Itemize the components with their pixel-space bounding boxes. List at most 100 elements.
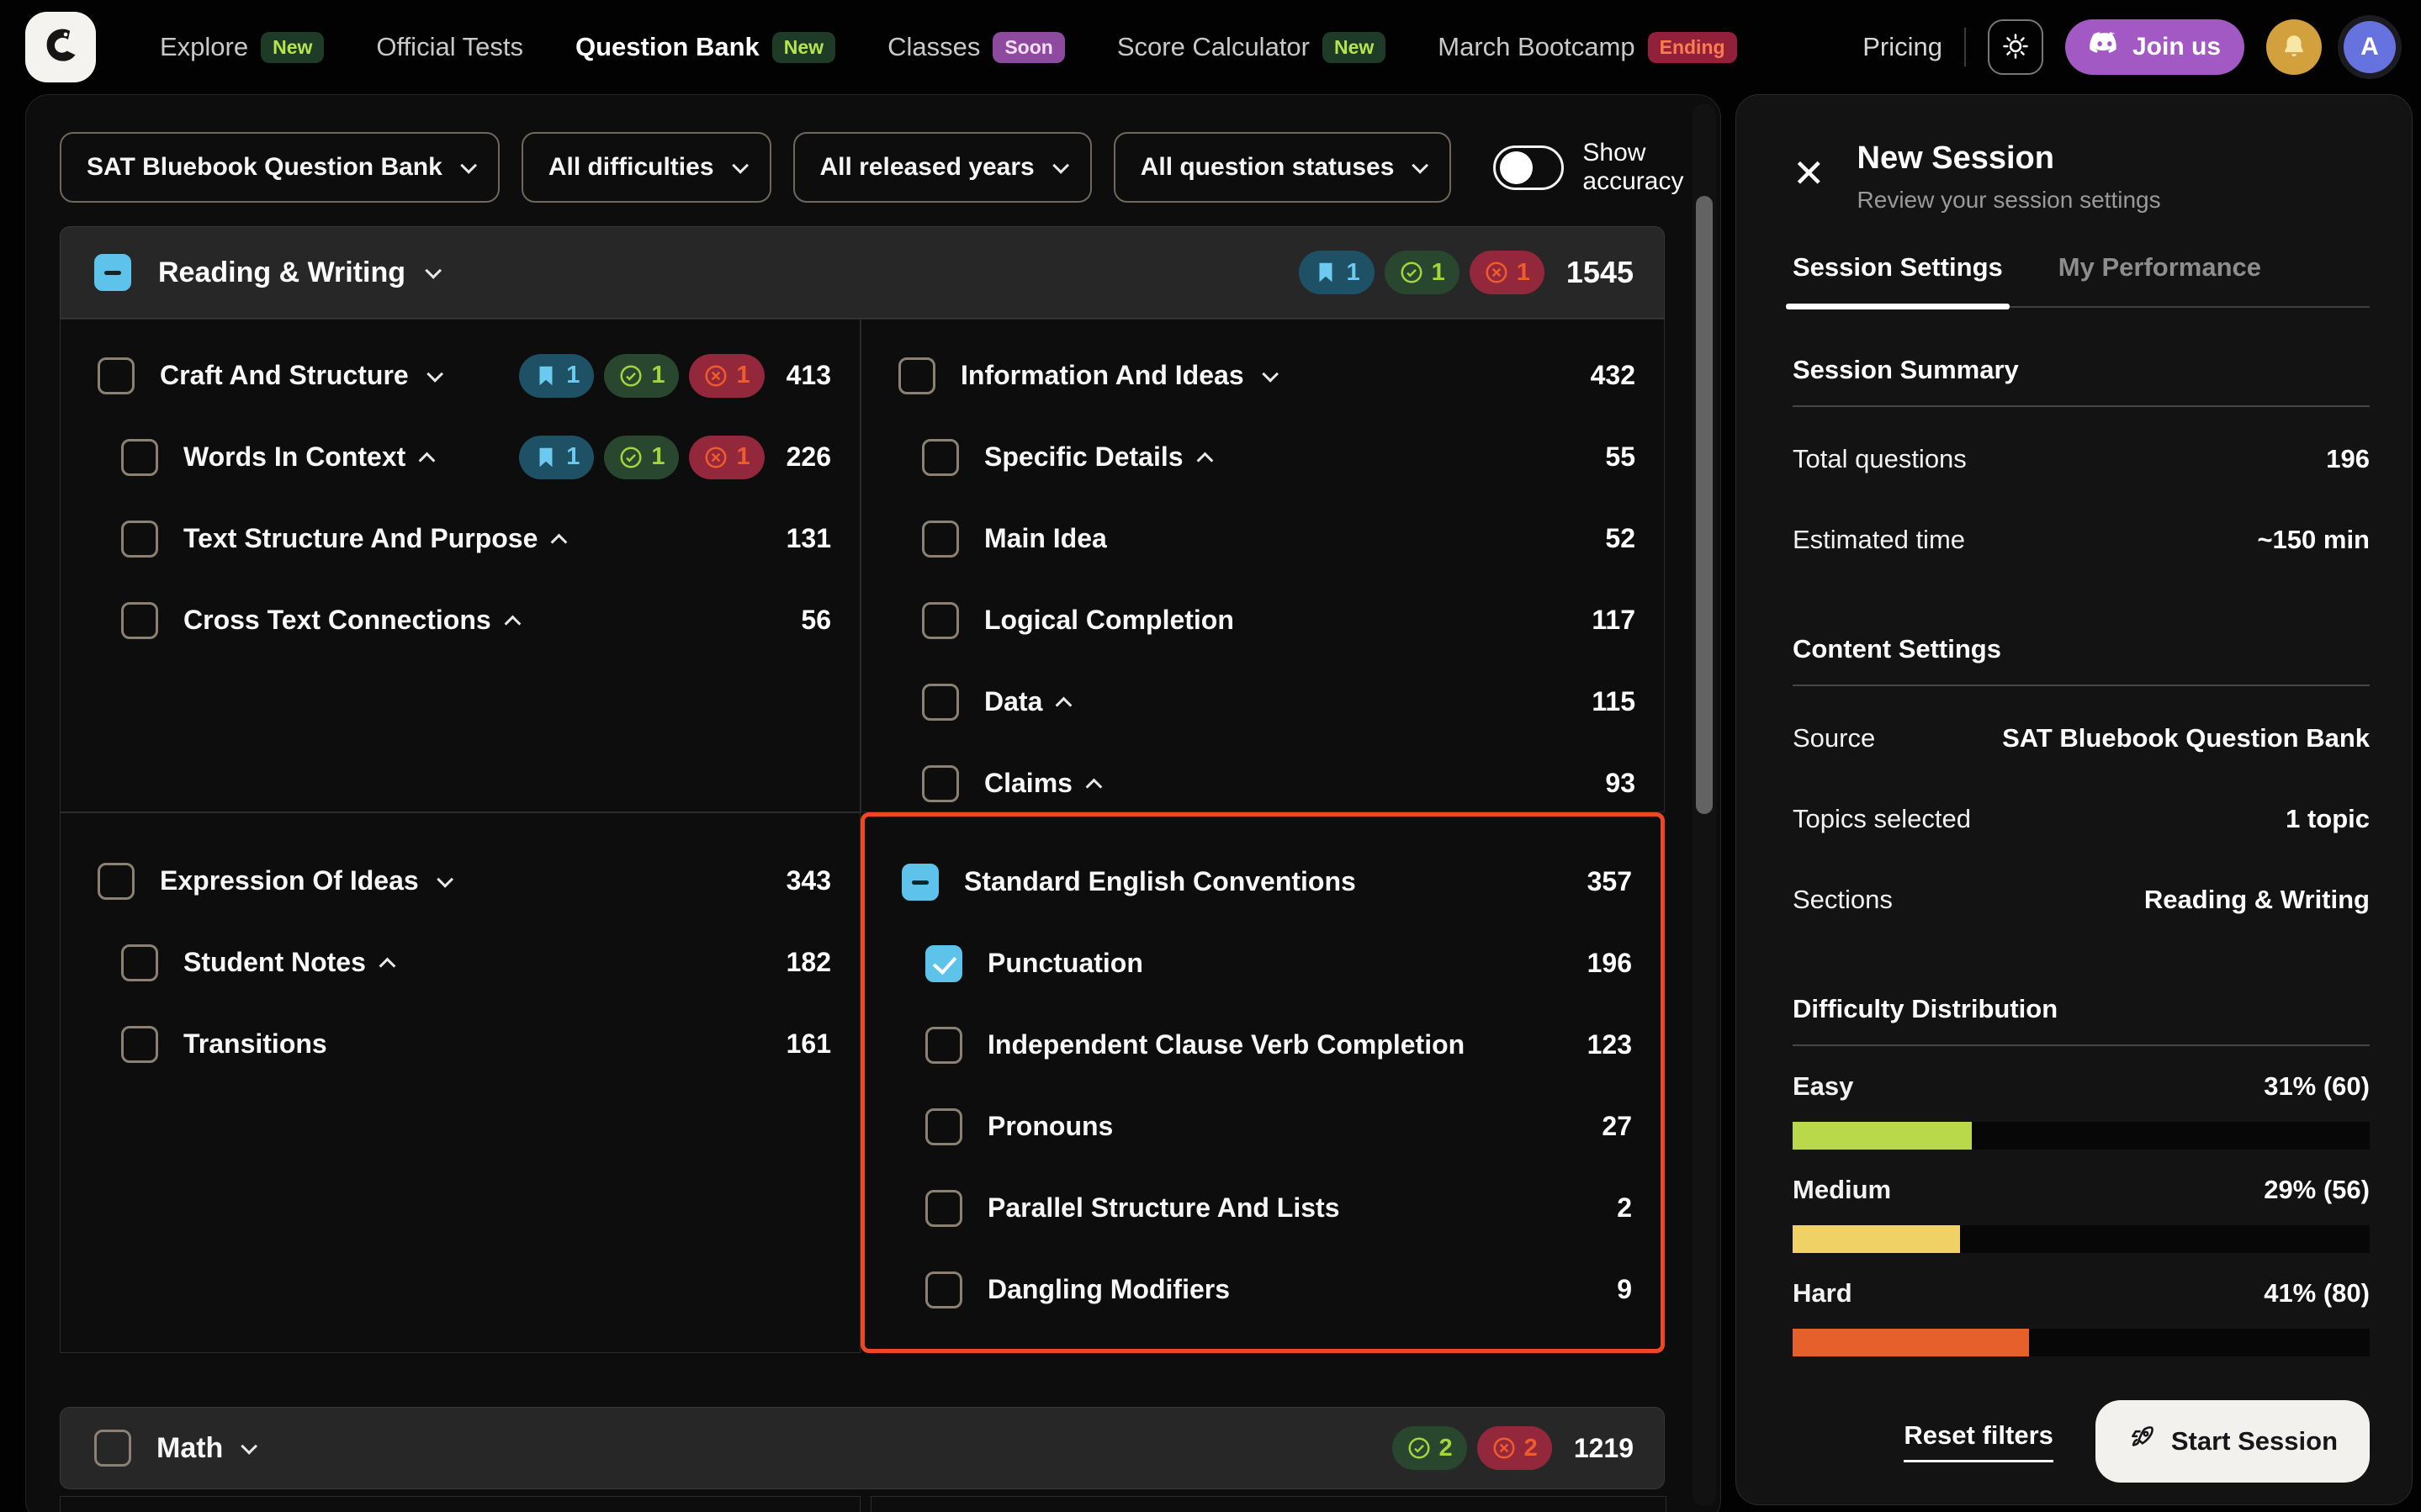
nav-explore[interactable]: Explore New (160, 32, 324, 63)
difficulty-dropdown[interactable]: All difficulties (522, 132, 771, 203)
reset-filters-link[interactable]: Reset filters (1904, 1420, 2053, 1462)
chevron-down-icon[interactable] (426, 365, 443, 382)
scrollbar-thumb[interactable] (1696, 196, 1713, 814)
topic-count: 115 (1592, 686, 1635, 717)
chevron-up-icon[interactable] (1196, 452, 1213, 468)
chevron-down-icon[interactable] (437, 870, 453, 887)
checkbox-unchecked[interactable] (98, 357, 135, 394)
show-accuracy-toggle[interactable] (1493, 145, 1564, 190)
difficulty-bars: Easy 31% (60) Medium 29% (56) Hard (1793, 1071, 2370, 1356)
released-years-dropdown[interactable]: All released years (793, 132, 1092, 203)
reading-writing-section: Reading & Writing 1 1 1 1545 Craft And S… (60, 226, 1665, 1353)
nav-official-tests-label: Official Tests (376, 32, 523, 62)
nav-score-calculator[interactable]: Score Calculator New (1117, 32, 1385, 63)
checkbox-unchecked[interactable] (925, 1108, 962, 1145)
section-count: 1545 (1566, 255, 1634, 290)
chevron-up-icon[interactable] (379, 957, 395, 974)
session-summary-rows: Total questions 196 Estimated time ~150 … (1793, 419, 2370, 580)
topic-row-cross-text-connections[interactable]: Cross Text Connections 56 (61, 579, 860, 661)
panel-title-block: New Session Review your session settings (1857, 140, 2161, 214)
checkbox-unchecked[interactable] (121, 439, 158, 476)
chevron-down-icon[interactable] (241, 1438, 258, 1455)
checkbox-unchecked[interactable] (121, 521, 158, 558)
total-questions-row: Total questions 196 (1793, 419, 2370, 500)
released-years-dropdown-label: All released years (820, 153, 1035, 182)
topic-row-independent-clause-verb-completion[interactable]: Independent Clause Verb Completion 123 (865, 1004, 1661, 1086)
checkbox-indeterminate[interactable] (94, 254, 131, 291)
topic-row-student-notes[interactable]: Student Notes 182 (61, 922, 860, 1003)
hard-label: Hard (1793, 1278, 1852, 1308)
checkbox-unchecked[interactable] (922, 602, 959, 639)
topic-row-punctuation[interactable]: Punctuation 196 (865, 923, 1661, 1004)
hard-bar-fill (1793, 1329, 2029, 1356)
checkbox-unchecked[interactable] (121, 602, 158, 639)
checkbox-unchecked[interactable] (925, 1190, 962, 1227)
checkbox-unchecked[interactable] (94, 1430, 131, 1467)
tab-session-settings[interactable]: Session Settings (1793, 252, 2003, 306)
notifications-button[interactable] (2266, 19, 2322, 75)
topic-row-parallel-structure-and-lists[interactable]: Parallel Structure And Lists 2 (865, 1167, 1661, 1249)
checkbox-unchecked[interactable] (922, 439, 959, 476)
checkbox-unchecked[interactable] (925, 1027, 962, 1064)
chevron-up-icon[interactable] (419, 452, 436, 468)
chevron-up-icon[interactable] (1086, 778, 1103, 795)
question-statuses-dropdown[interactable]: All question statuses (1114, 132, 1452, 203)
chevron-down-icon (460, 157, 477, 174)
math-right-cell-partial (871, 1496, 1666, 1512)
topic-row-words-in-context[interactable]: Words In Context 1 1 1 226 (61, 416, 860, 498)
topic-row-information-and-ideas[interactable]: Information And Ideas 432 (861, 335, 1664, 416)
reading-writing-header[interactable]: Reading & Writing 1 1 1 1545 (60, 226, 1665, 319)
topic-row-main-idea[interactable]: Main Idea 52 (861, 498, 1664, 579)
topic-row-craft-and-structure[interactable]: Craft And Structure 1 1 1 413 (61, 335, 860, 416)
checkbox-indeterminate[interactable] (902, 864, 939, 901)
show-accuracy-toggle-group: Show accuracy (1493, 139, 1720, 196)
chevron-up-icon[interactable] (1056, 696, 1073, 713)
chevron-up-icon[interactable] (504, 615, 521, 632)
topic-row-logical-completion[interactable]: Logical Completion 117 (861, 579, 1664, 661)
source-dropdown[interactable]: SAT Bluebook Question Bank (60, 132, 500, 203)
topic-row-specific-details[interactable]: Specific Details 55 (861, 416, 1664, 498)
hard-bar-track (1793, 1329, 2370, 1356)
topic-row-data[interactable]: Data 115 (861, 661, 1664, 743)
chevron-down-icon[interactable] (425, 262, 442, 279)
topic-row-expression-of-ideas[interactable]: Expression Of Ideas 343 (61, 840, 860, 922)
checkbox-unchecked[interactable] (121, 1026, 158, 1063)
topic-row-transitions[interactable]: Transitions 161 (61, 1003, 860, 1085)
panel-subtitle: Review your session settings (1857, 187, 2161, 214)
nav-question-bank[interactable]: Question Bank New (575, 32, 835, 63)
topic-label: Parallel Structure And Lists (988, 1192, 1339, 1224)
tab-my-performance[interactable]: My Performance (2058, 252, 2261, 306)
math-section-header[interactable]: Math 2 2 1219 (60, 1407, 1665, 1489)
chevron-down-icon[interactable] (1262, 365, 1279, 382)
checkbox-unchecked[interactable] (98, 863, 135, 900)
status-badges: 2 2 (1392, 1426, 1552, 1470)
nav-pricing[interactable]: Pricing (1862, 32, 1942, 62)
chevron-up-icon[interactable] (551, 533, 568, 550)
join-us-button[interactable]: Join us (2065, 19, 2244, 75)
topic-count: 9 (1617, 1274, 1632, 1305)
checkbox-unchecked[interactable] (121, 944, 158, 981)
checkbox-unchecked[interactable] (925, 1271, 962, 1308)
checkbox-unchecked[interactable] (922, 765, 959, 802)
checkbox-unchecked[interactable] (922, 521, 959, 558)
reading-writing-body: Craft And Structure 1 1 1 413 Words In C… (60, 319, 1665, 1353)
close-icon[interactable]: ✕ (1793, 154, 1825, 193)
checkbox-unchecked[interactable] (922, 684, 959, 721)
checkbox-checked[interactable] (925, 945, 962, 982)
topic-row-dangling-modifiers[interactable]: Dangling Modifiers 9 (865, 1249, 1661, 1330)
topic-row-standard-english-conventions[interactable]: Standard English Conventions 357 (865, 841, 1661, 923)
nav-official-tests[interactable]: Official Tests (376, 32, 523, 62)
topic-count: 161 (787, 1028, 831, 1060)
nav-classes[interactable]: Classes Soon (887, 32, 1065, 63)
topic-label: Information And Ideas (961, 360, 1244, 391)
discord-icon (2089, 31, 2121, 63)
app-logo[interactable] (25, 12, 96, 82)
theme-toggle-button[interactable] (1988, 19, 2043, 75)
topic-row-pronouns[interactable]: Pronouns 27 (865, 1086, 1661, 1167)
user-avatar[interactable]: A (2344, 21, 2396, 73)
topic-row-text-structure-and-purpose[interactable]: Text Structure And Purpose 131 (61, 498, 860, 579)
nav-march-bootcamp[interactable]: March Bootcamp Ending (1438, 32, 1736, 63)
start-session-button[interactable]: Start Session (2095, 1400, 2370, 1483)
checkbox-unchecked[interactable] (898, 357, 935, 394)
medium-label: Medium (1793, 1175, 1891, 1205)
